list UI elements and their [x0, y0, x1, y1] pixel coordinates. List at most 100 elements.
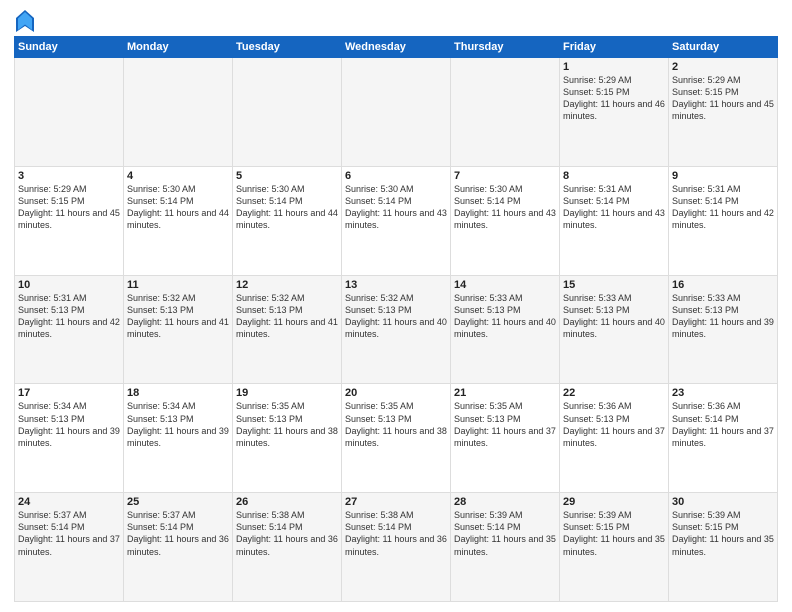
- day-info: Sunrise: 5:31 AM Sunset: 5:14 PM Dayligh…: [563, 183, 665, 232]
- day-info: Sunrise: 5:30 AM Sunset: 5:14 PM Dayligh…: [454, 183, 556, 232]
- weekday-header-tuesday: Tuesday: [233, 37, 342, 58]
- day-number: 19: [236, 387, 338, 399]
- day-number: 4: [127, 170, 229, 182]
- calendar-cell: 14Sunrise: 5:33 AM Sunset: 5:13 PM Dayli…: [451, 275, 560, 384]
- day-info: Sunrise: 5:32 AM Sunset: 5:13 PM Dayligh…: [127, 292, 229, 341]
- calendar-cell: 20Sunrise: 5:35 AM Sunset: 5:13 PM Dayli…: [342, 384, 451, 493]
- day-info: Sunrise: 5:36 AM Sunset: 5:13 PM Dayligh…: [563, 400, 665, 449]
- day-number: 10: [18, 279, 120, 291]
- calendar-cell: [451, 58, 560, 167]
- page: SundayMondayTuesdayWednesdayThursdayFrid…: [0, 0, 792, 612]
- day-number: 8: [563, 170, 665, 182]
- calendar-cell: 5Sunrise: 5:30 AM Sunset: 5:14 PM Daylig…: [233, 166, 342, 275]
- day-info: Sunrise: 5:35 AM Sunset: 5:13 PM Dayligh…: [236, 400, 338, 449]
- day-info: Sunrise: 5:39 AM Sunset: 5:15 PM Dayligh…: [672, 509, 774, 558]
- day-info: Sunrise: 5:33 AM Sunset: 5:13 PM Dayligh…: [672, 292, 774, 341]
- day-number: 1: [563, 61, 665, 73]
- calendar-cell: 25Sunrise: 5:37 AM Sunset: 5:14 PM Dayli…: [124, 493, 233, 602]
- day-number: 29: [563, 496, 665, 508]
- day-info: Sunrise: 5:38 AM Sunset: 5:14 PM Dayligh…: [236, 509, 338, 558]
- day-number: 15: [563, 279, 665, 291]
- day-number: 26: [236, 496, 338, 508]
- day-info: Sunrise: 5:31 AM Sunset: 5:13 PM Dayligh…: [18, 292, 120, 341]
- calendar-cell: 22Sunrise: 5:36 AM Sunset: 5:13 PM Dayli…: [560, 384, 669, 493]
- day-number: 25: [127, 496, 229, 508]
- calendar-cell: 24Sunrise: 5:37 AM Sunset: 5:14 PM Dayli…: [15, 493, 124, 602]
- day-number: 6: [345, 170, 447, 182]
- day-number: 21: [454, 387, 556, 399]
- day-number: 24: [18, 496, 120, 508]
- day-info: Sunrise: 5:34 AM Sunset: 5:13 PM Dayligh…: [127, 400, 229, 449]
- day-number: 12: [236, 279, 338, 291]
- day-number: 20: [345, 387, 447, 399]
- calendar-cell: 11Sunrise: 5:32 AM Sunset: 5:13 PM Dayli…: [124, 275, 233, 384]
- calendar-cell: 1Sunrise: 5:29 AM Sunset: 5:15 PM Daylig…: [560, 58, 669, 167]
- calendar-cell: [15, 58, 124, 167]
- calendar-cell: 16Sunrise: 5:33 AM Sunset: 5:13 PM Dayli…: [669, 275, 778, 384]
- day-info: Sunrise: 5:37 AM Sunset: 5:14 PM Dayligh…: [18, 509, 120, 558]
- day-info: Sunrise: 5:29 AM Sunset: 5:15 PM Dayligh…: [672, 74, 774, 123]
- day-info: Sunrise: 5:33 AM Sunset: 5:13 PM Dayligh…: [563, 292, 665, 341]
- weekday-header-thursday: Thursday: [451, 37, 560, 58]
- day-info: Sunrise: 5:36 AM Sunset: 5:14 PM Dayligh…: [672, 400, 774, 449]
- day-number: 14: [454, 279, 556, 291]
- day-number: 2: [672, 61, 774, 73]
- calendar-cell: 12Sunrise: 5:32 AM Sunset: 5:13 PM Dayli…: [233, 275, 342, 384]
- weekday-header-sunday: Sunday: [15, 37, 124, 58]
- day-number: 28: [454, 496, 556, 508]
- calendar-cell: [342, 58, 451, 167]
- day-info: Sunrise: 5:31 AM Sunset: 5:14 PM Dayligh…: [672, 183, 774, 232]
- calendar-cell: 6Sunrise: 5:30 AM Sunset: 5:14 PM Daylig…: [342, 166, 451, 275]
- day-number: 16: [672, 279, 774, 291]
- day-number: 7: [454, 170, 556, 182]
- day-number: 9: [672, 170, 774, 182]
- calendar-table: SundayMondayTuesdayWednesdayThursdayFrid…: [14, 36, 778, 602]
- day-info: Sunrise: 5:37 AM Sunset: 5:14 PM Dayligh…: [127, 509, 229, 558]
- logo-icon: [16, 10, 34, 32]
- calendar-cell: 13Sunrise: 5:32 AM Sunset: 5:13 PM Dayli…: [342, 275, 451, 384]
- day-info: Sunrise: 5:29 AM Sunset: 5:15 PM Dayligh…: [18, 183, 120, 232]
- day-info: Sunrise: 5:30 AM Sunset: 5:14 PM Dayligh…: [236, 183, 338, 232]
- day-number: 27: [345, 496, 447, 508]
- day-number: 17: [18, 387, 120, 399]
- day-info: Sunrise: 5:39 AM Sunset: 5:14 PM Dayligh…: [454, 509, 556, 558]
- weekday-header-monday: Monday: [124, 37, 233, 58]
- week-row-4: 17Sunrise: 5:34 AM Sunset: 5:13 PM Dayli…: [15, 384, 778, 493]
- calendar-cell: 8Sunrise: 5:31 AM Sunset: 5:14 PM Daylig…: [560, 166, 669, 275]
- day-number: 30: [672, 496, 774, 508]
- logo: [14, 14, 34, 32]
- calendar-cell: 29Sunrise: 5:39 AM Sunset: 5:15 PM Dayli…: [560, 493, 669, 602]
- day-info: Sunrise: 5:35 AM Sunset: 5:13 PM Dayligh…: [454, 400, 556, 449]
- day-info: Sunrise: 5:34 AM Sunset: 5:13 PM Dayligh…: [18, 400, 120, 449]
- weekday-header-saturday: Saturday: [669, 37, 778, 58]
- calendar-cell: [233, 58, 342, 167]
- weekday-header-wednesday: Wednesday: [342, 37, 451, 58]
- calendar-cell: [124, 58, 233, 167]
- calendar-cell: 3Sunrise: 5:29 AM Sunset: 5:15 PM Daylig…: [15, 166, 124, 275]
- calendar-cell: 9Sunrise: 5:31 AM Sunset: 5:14 PM Daylig…: [669, 166, 778, 275]
- day-info: Sunrise: 5:38 AM Sunset: 5:14 PM Dayligh…: [345, 509, 447, 558]
- day-number: 3: [18, 170, 120, 182]
- week-row-5: 24Sunrise: 5:37 AM Sunset: 5:14 PM Dayli…: [15, 493, 778, 602]
- calendar-cell: 18Sunrise: 5:34 AM Sunset: 5:13 PM Dayli…: [124, 384, 233, 493]
- calendar-cell: 7Sunrise: 5:30 AM Sunset: 5:14 PM Daylig…: [451, 166, 560, 275]
- day-info: Sunrise: 5:32 AM Sunset: 5:13 PM Dayligh…: [236, 292, 338, 341]
- calendar-cell: 30Sunrise: 5:39 AM Sunset: 5:15 PM Dayli…: [669, 493, 778, 602]
- day-info: Sunrise: 5:30 AM Sunset: 5:14 PM Dayligh…: [345, 183, 447, 232]
- calendar-cell: 17Sunrise: 5:34 AM Sunset: 5:13 PM Dayli…: [15, 384, 124, 493]
- calendar-cell: 27Sunrise: 5:38 AM Sunset: 5:14 PM Dayli…: [342, 493, 451, 602]
- calendar-cell: 10Sunrise: 5:31 AM Sunset: 5:13 PM Dayli…: [15, 275, 124, 384]
- calendar-cell: 23Sunrise: 5:36 AM Sunset: 5:14 PM Dayli…: [669, 384, 778, 493]
- week-row-2: 3Sunrise: 5:29 AM Sunset: 5:15 PM Daylig…: [15, 166, 778, 275]
- calendar-cell: 4Sunrise: 5:30 AM Sunset: 5:14 PM Daylig…: [124, 166, 233, 275]
- calendar-cell: 15Sunrise: 5:33 AM Sunset: 5:13 PM Dayli…: [560, 275, 669, 384]
- day-info: Sunrise: 5:32 AM Sunset: 5:13 PM Dayligh…: [345, 292, 447, 341]
- day-number: 11: [127, 279, 229, 291]
- day-info: Sunrise: 5:35 AM Sunset: 5:13 PM Dayligh…: [345, 400, 447, 449]
- day-info: Sunrise: 5:29 AM Sunset: 5:15 PM Dayligh…: [563, 74, 665, 123]
- weekday-header-friday: Friday: [560, 37, 669, 58]
- header: [14, 10, 778, 32]
- day-number: 18: [127, 387, 229, 399]
- day-number: 22: [563, 387, 665, 399]
- day-info: Sunrise: 5:33 AM Sunset: 5:13 PM Dayligh…: [454, 292, 556, 341]
